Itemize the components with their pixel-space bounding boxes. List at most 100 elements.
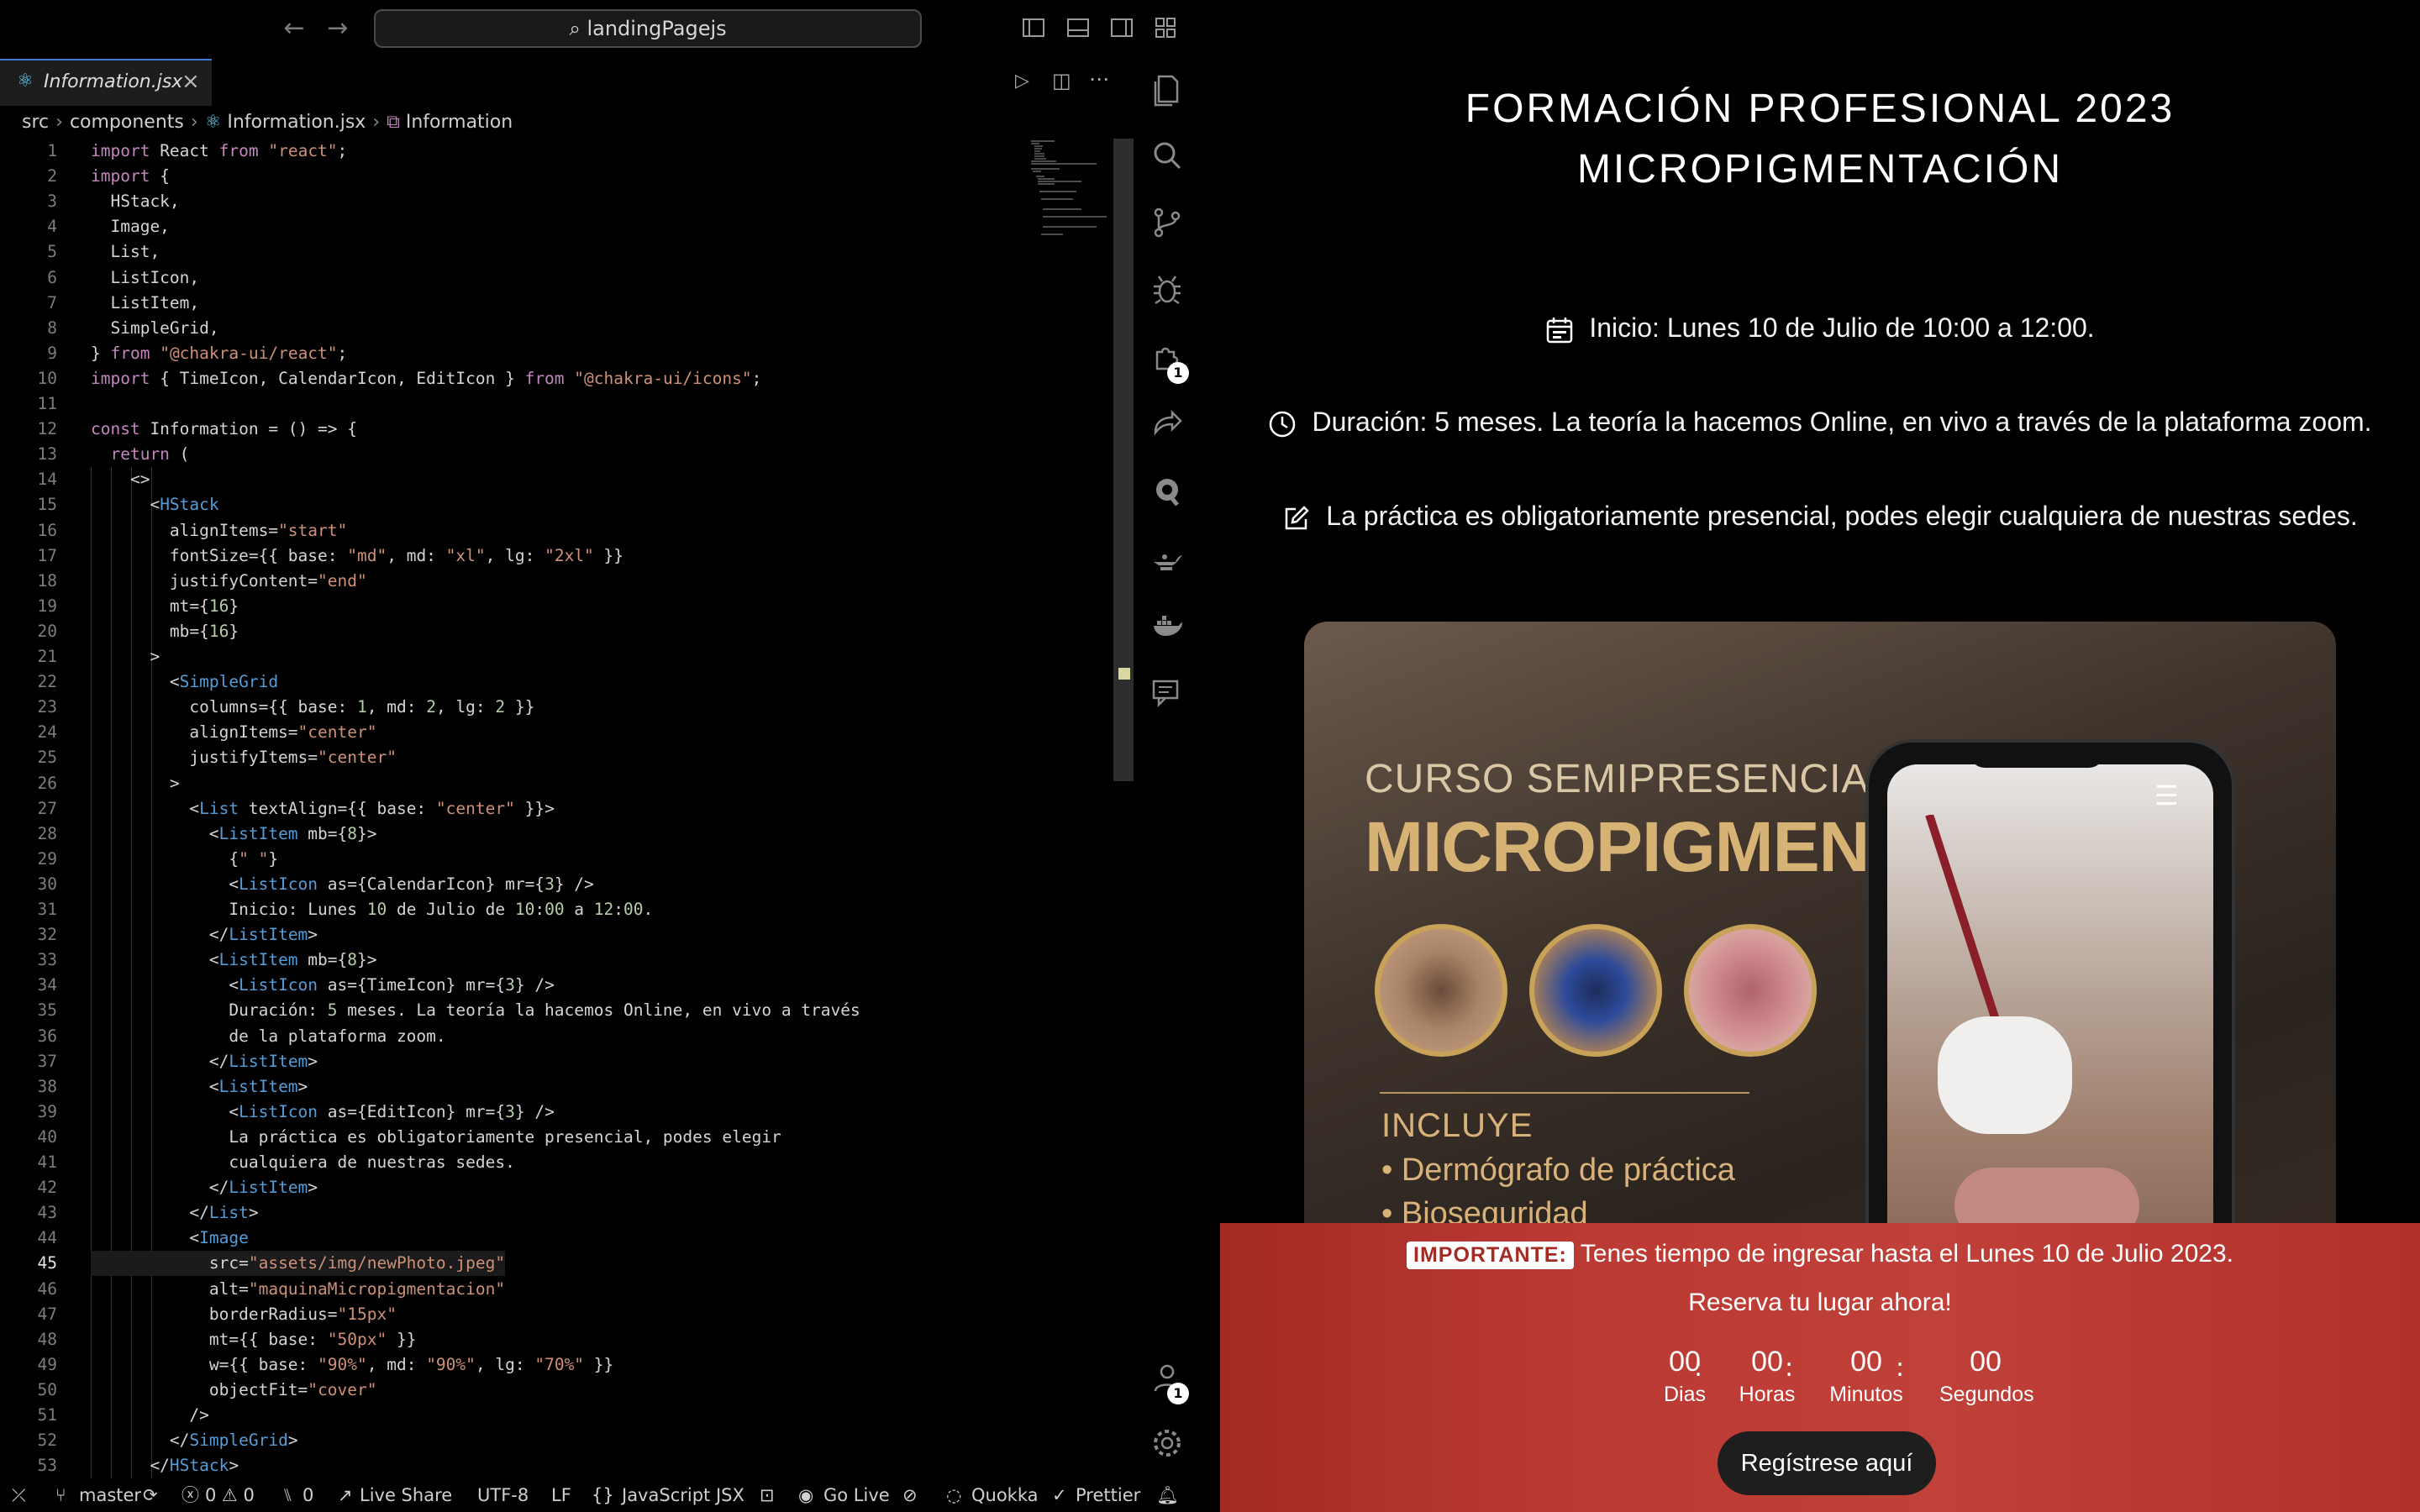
code-line[interactable]: SimpleGrid, bbox=[91, 316, 218, 341]
encoding[interactable]: UTF-8 bbox=[477, 1478, 529, 1512]
code-line[interactable]: de la plataforma zoom. bbox=[91, 1024, 445, 1049]
breadcrumb-components[interactable]: components bbox=[70, 112, 184, 133]
code-area[interactable]: 1 import React from "react"; 2 import {3 HS… bbox=[0, 139, 1118, 1479]
customize-layout-icon[interactable] bbox=[1153, 15, 1178, 40]
code-line[interactable]: Duración: 5 meses. La teoría la hacemos … bbox=[91, 998, 860, 1023]
extensions-icon[interactable]: 1 bbox=[1147, 340, 1189, 384]
code-line[interactable]: ListIcon, bbox=[91, 265, 199, 291]
code-line[interactable]: import React from "react"; bbox=[91, 139, 347, 164]
code-line[interactable]: import { bbox=[91, 164, 170, 189]
back-arrow-icon[interactable]: ← bbox=[277, 12, 311, 45]
end-of-line[interactable]: LF bbox=[551, 1478, 571, 1512]
preview-icon[interactable]: ⊡ bbox=[760, 1478, 775, 1512]
quokka-icon[interactable] bbox=[1147, 475, 1187, 515]
settings-gear-icon[interactable] bbox=[1147, 1426, 1187, 1467]
toggle-secondary-sidebar-icon[interactable] bbox=[1109, 15, 1134, 40]
code-line[interactable]: justifyItems="center" bbox=[91, 745, 397, 770]
code-line[interactable]: import { TimeIcon, CalendarIcon, EditIco… bbox=[91, 366, 761, 391]
debug-icon[interactable] bbox=[1147, 273, 1187, 313]
search-icon[interactable] bbox=[1147, 139, 1187, 179]
no-signal-icon[interactable]: ⊘ bbox=[902, 1478, 918, 1512]
command-center-search[interactable]: ⌕ landingPagejs bbox=[374, 9, 922, 48]
split-editor-icon[interactable]: ◫ bbox=[1052, 69, 1071, 92]
notifications-bell-icon[interactable]: 🔔︎ bbox=[1156, 1478, 1179, 1512]
code-line[interactable]: <ListIcon as={CalendarIcon} mr={3} /> bbox=[91, 872, 593, 897]
code-line[interactable]: <ListItem mb={8}> bbox=[91, 822, 377, 847]
minimap[interactable] bbox=[1029, 139, 1113, 239]
go-live[interactable]: Go Live bbox=[823, 1478, 890, 1512]
code-line[interactable]: cualquiera de nuestras sedes. bbox=[91, 1150, 514, 1175]
code-line[interactable]: mt={{ base: "50px" }} bbox=[91, 1327, 417, 1352]
code-line[interactable]: <ListIcon as={EditIcon} mr={3} /> bbox=[91, 1100, 554, 1125]
code-line[interactable]: <ListIcon as={TimeIcon} mr={3} /> bbox=[91, 973, 554, 998]
code-line[interactable]: w={{ base: "90%", md: "90%", lg: "70%" }… bbox=[91, 1352, 613, 1378]
source-control-icon[interactable] bbox=[1147, 206, 1187, 246]
code-line[interactable]: <HStack bbox=[91, 492, 218, 517]
explorer-icon[interactable] bbox=[1147, 71, 1187, 112]
code-line[interactable]: > bbox=[91, 771, 180, 796]
code-line[interactable]: </SimpleGrid> bbox=[91, 1428, 298, 1453]
code-line[interactable]: </ListItem> bbox=[91, 922, 318, 948]
toggle-primary-sidebar-icon[interactable] bbox=[1021, 15, 1046, 40]
code-line[interactable]: <List textAlign={{ base: "center" }}> bbox=[91, 796, 554, 822]
code-line[interactable]: alignItems="center" bbox=[91, 720, 376, 745]
close-tab-icon[interactable]: × bbox=[182, 69, 200, 94]
code-line[interactable]: borderRadius="15px" bbox=[91, 1302, 397, 1327]
toggle-panel-icon[interactable] bbox=[1065, 15, 1091, 40]
code-line[interactable]: <Image bbox=[91, 1226, 248, 1251]
live-share-icon[interactable] bbox=[1147, 407, 1187, 448]
breadcrumb-symbol[interactable]: Information bbox=[406, 112, 513, 133]
code-line[interactable]: </List> bbox=[91, 1200, 258, 1226]
sync-icon[interactable]: ⟳ bbox=[143, 1478, 158, 1512]
code-line[interactable]: </HStack> bbox=[91, 1453, 239, 1478]
code-line[interactable]: return ( bbox=[91, 442, 189, 467]
code-line[interactable]: ListItem, bbox=[91, 291, 199, 316]
code-line[interactable]: mt={16} bbox=[91, 594, 239, 619]
code-line[interactable]: <ListItem mb={8}> bbox=[91, 948, 377, 973]
accounts-icon[interactable]: 1 bbox=[1147, 1361, 1189, 1404]
code-line[interactable]: alt="maquinaMicropigmentacion" bbox=[91, 1277, 505, 1302]
code-line[interactable]: alignItems="start" bbox=[91, 518, 347, 543]
code-line[interactable]: <> bbox=[91, 467, 150, 492]
code-line[interactable]: <SimpleGrid bbox=[91, 669, 278, 695]
code-line[interactable]: {" "} bbox=[91, 847, 278, 872]
code-line[interactable]: Inicio: Lunes 10 de Julio de 10:00 a 12:… bbox=[91, 897, 653, 922]
comments-icon[interactable] bbox=[1147, 676, 1187, 717]
vertical-scrollbar[interactable] bbox=[1113, 139, 1134, 781]
chevron-right-icon: › bbox=[55, 112, 63, 133]
problems-count[interactable]: 0 ⚠ 0 bbox=[205, 1478, 255, 1512]
register-button[interactable]: Regístrese aquí bbox=[1718, 1431, 1936, 1495]
code-line[interactable]: justifyContent="end" bbox=[91, 569, 367, 594]
breadcrumb-file[interactable]: Information.jsx bbox=[227, 112, 366, 133]
breadcrumb-src[interactable]: src bbox=[22, 112, 49, 133]
more-actions-icon[interactable]: ⋯ bbox=[1089, 67, 1109, 91]
docker-icon[interactable] bbox=[1147, 609, 1187, 649]
code-line[interactable]: } from "@chakra-ui/react"; bbox=[91, 341, 347, 366]
remote-icon[interactable]: ⤫ bbox=[12, 1478, 26, 1512]
code-line[interactable]: Image, bbox=[91, 214, 169, 239]
code-line[interactable]: fontSize={{ base: "md", md: "xl", lg: "2… bbox=[91, 543, 623, 569]
code-line[interactable]: </ListItem> bbox=[91, 1175, 318, 1200]
branch-name[interactable]: master bbox=[79, 1478, 141, 1512]
prettier-status[interactable]: Prettier bbox=[1076, 1478, 1140, 1512]
language-mode[interactable]: JavaScript JSX bbox=[622, 1478, 744, 1512]
lamp-icon[interactable] bbox=[1147, 542, 1187, 582]
code-line[interactable]: columns={{ base: 1, md: 2, lg: 2 }} bbox=[91, 695, 534, 720]
ports-count[interactable]: 0 bbox=[302, 1478, 313, 1512]
quokka-status[interactable]: Quokka bbox=[971, 1478, 1039, 1512]
code-line[interactable]: > bbox=[91, 644, 160, 669]
code-line[interactable]: List, bbox=[91, 239, 160, 265]
code-line[interactable]: objectFit="cover" bbox=[91, 1378, 377, 1403]
forward-arrow-icon[interactable]: → bbox=[321, 12, 355, 45]
code-line[interactable]: La práctica es obligatoriamente presenci… bbox=[91, 1125, 781, 1150]
tab-information-jsx[interactable]: ⚛ Information.jsx × bbox=[0, 59, 212, 106]
code-line[interactable]: src="assets/img/newPhoto.jpeg" bbox=[91, 1251, 506, 1277]
live-share-status[interactable]: Live Share bbox=[360, 1478, 452, 1512]
code-line[interactable]: const Information = () => { bbox=[91, 417, 357, 442]
code-line[interactable]: HStack, bbox=[91, 189, 179, 214]
code-line[interactable]: mb={16} bbox=[91, 619, 239, 644]
code-line[interactable]: <ListItem> bbox=[91, 1074, 308, 1100]
code-line[interactable]: /> bbox=[91, 1403, 209, 1428]
code-line[interactable]: </ListItem> bbox=[91, 1049, 318, 1074]
run-icon[interactable]: ▷ bbox=[1015, 71, 1029, 92]
